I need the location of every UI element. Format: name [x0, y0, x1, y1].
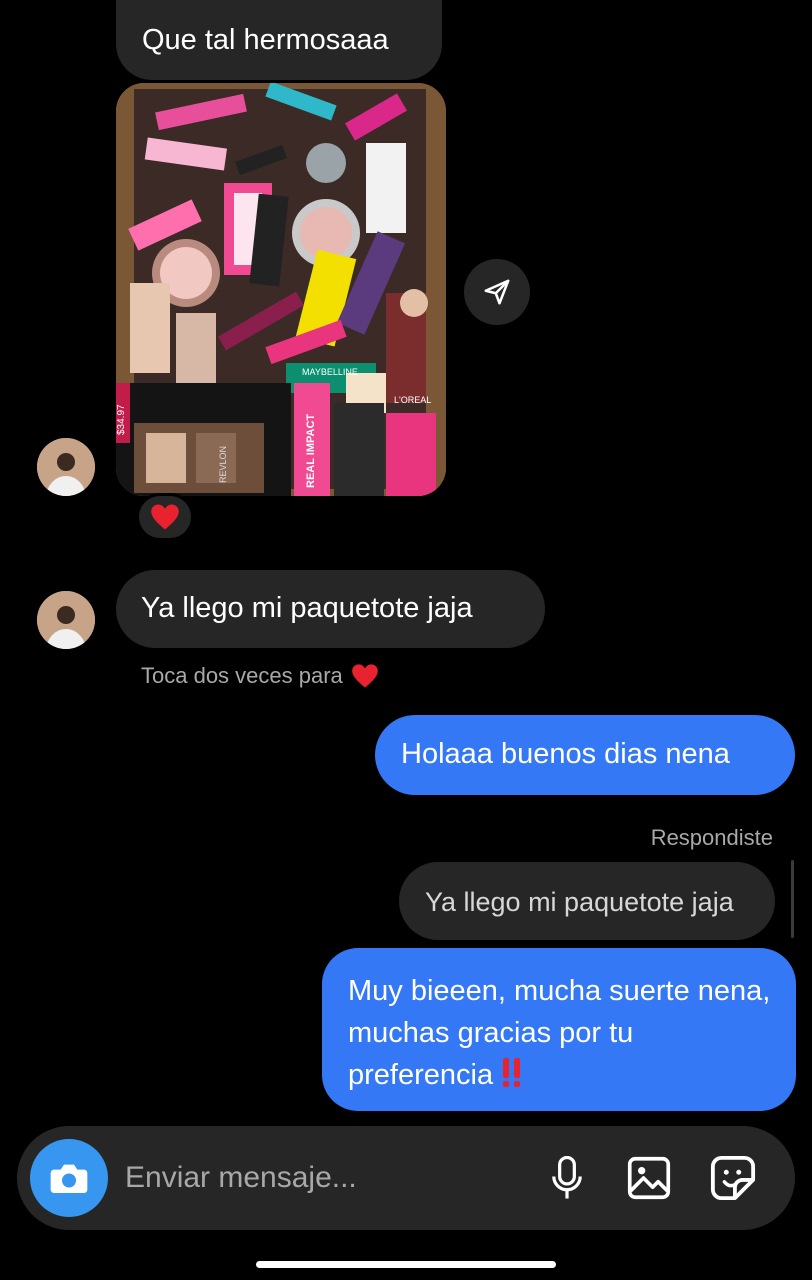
heart-reaction[interactable]	[136, 493, 194, 541]
avatar[interactable]	[37, 438, 95, 496]
message-bubble-greeting[interactable]: Que tal hermosaaa	[116, 0, 442, 80]
share-button[interactable]	[464, 259, 530, 325]
microphone-icon	[552, 1156, 582, 1199]
brand-label: REVLON	[218, 446, 228, 483]
price-tag: $34.97	[116, 404, 127, 435]
message-bubble-arrived[interactable]: Ya llego mi paquetote jaja	[116, 570, 545, 648]
message-text: Holaaa buenos dias nena	[401, 738, 730, 770]
heart-icon	[351, 664, 378, 688]
quote-text: Ya llego mi paquetote jaja	[425, 887, 734, 917]
brand-label: MAYBELLINE	[302, 367, 358, 377]
home-indicator[interactable]	[256, 1261, 556, 1268]
heart-icon	[151, 504, 179, 530]
message-composer	[17, 1126, 795, 1230]
avatar[interactable]	[37, 591, 95, 649]
message-text: Muy bieeen, mucha suerte nena, muchas gr…	[348, 975, 771, 1091]
sticker-icon	[710, 1155, 756, 1201]
double-tap-hint: Toca dos veces para	[141, 663, 379, 689]
brand-label: REAL IMPACT	[305, 414, 317, 488]
message-text: Que tal hermosaaa	[142, 24, 389, 56]
reply-quote-bubble[interactable]: Ya llego mi paquetote jaja	[399, 862, 775, 940]
shared-photo[interactable]: $34.97 REAL IMPACT MAYBELLINE L'OREAL RE…	[116, 83, 446, 496]
sticker-button[interactable]	[707, 1152, 759, 1204]
microphone-button[interactable]	[541, 1152, 593, 1204]
avatar-image	[37, 438, 95, 496]
message-text: Ya llego mi paquetote jaja	[141, 592, 473, 624]
gallery-button[interactable]	[623, 1152, 675, 1204]
avatar-image	[37, 591, 95, 649]
makeup-box-image: $34.97 REAL IMPACT MAYBELLINE L'OREAL RE…	[116, 83, 446, 496]
message-bubble-thanks[interactable]: Muy bieeen, mucha suerte nena, muchas gr…	[322, 948, 796, 1111]
share-arrow-icon	[484, 279, 510, 305]
double-exclamation-icon	[503, 1058, 521, 1087]
message-bubble-hello[interactable]: Holaaa buenos dias nena	[375, 715, 795, 795]
camera-icon	[50, 1164, 88, 1193]
brand-label: L'OREAL	[394, 395, 431, 405]
gallery-icon	[627, 1156, 671, 1200]
replied-label: Respondiste	[650, 825, 773, 850]
reply-quote-bar	[791, 860, 794, 938]
camera-button[interactable]	[30, 1139, 108, 1217]
message-input[interactable]	[125, 1156, 525, 1200]
hint-text: Toca dos veces para	[141, 663, 343, 688]
